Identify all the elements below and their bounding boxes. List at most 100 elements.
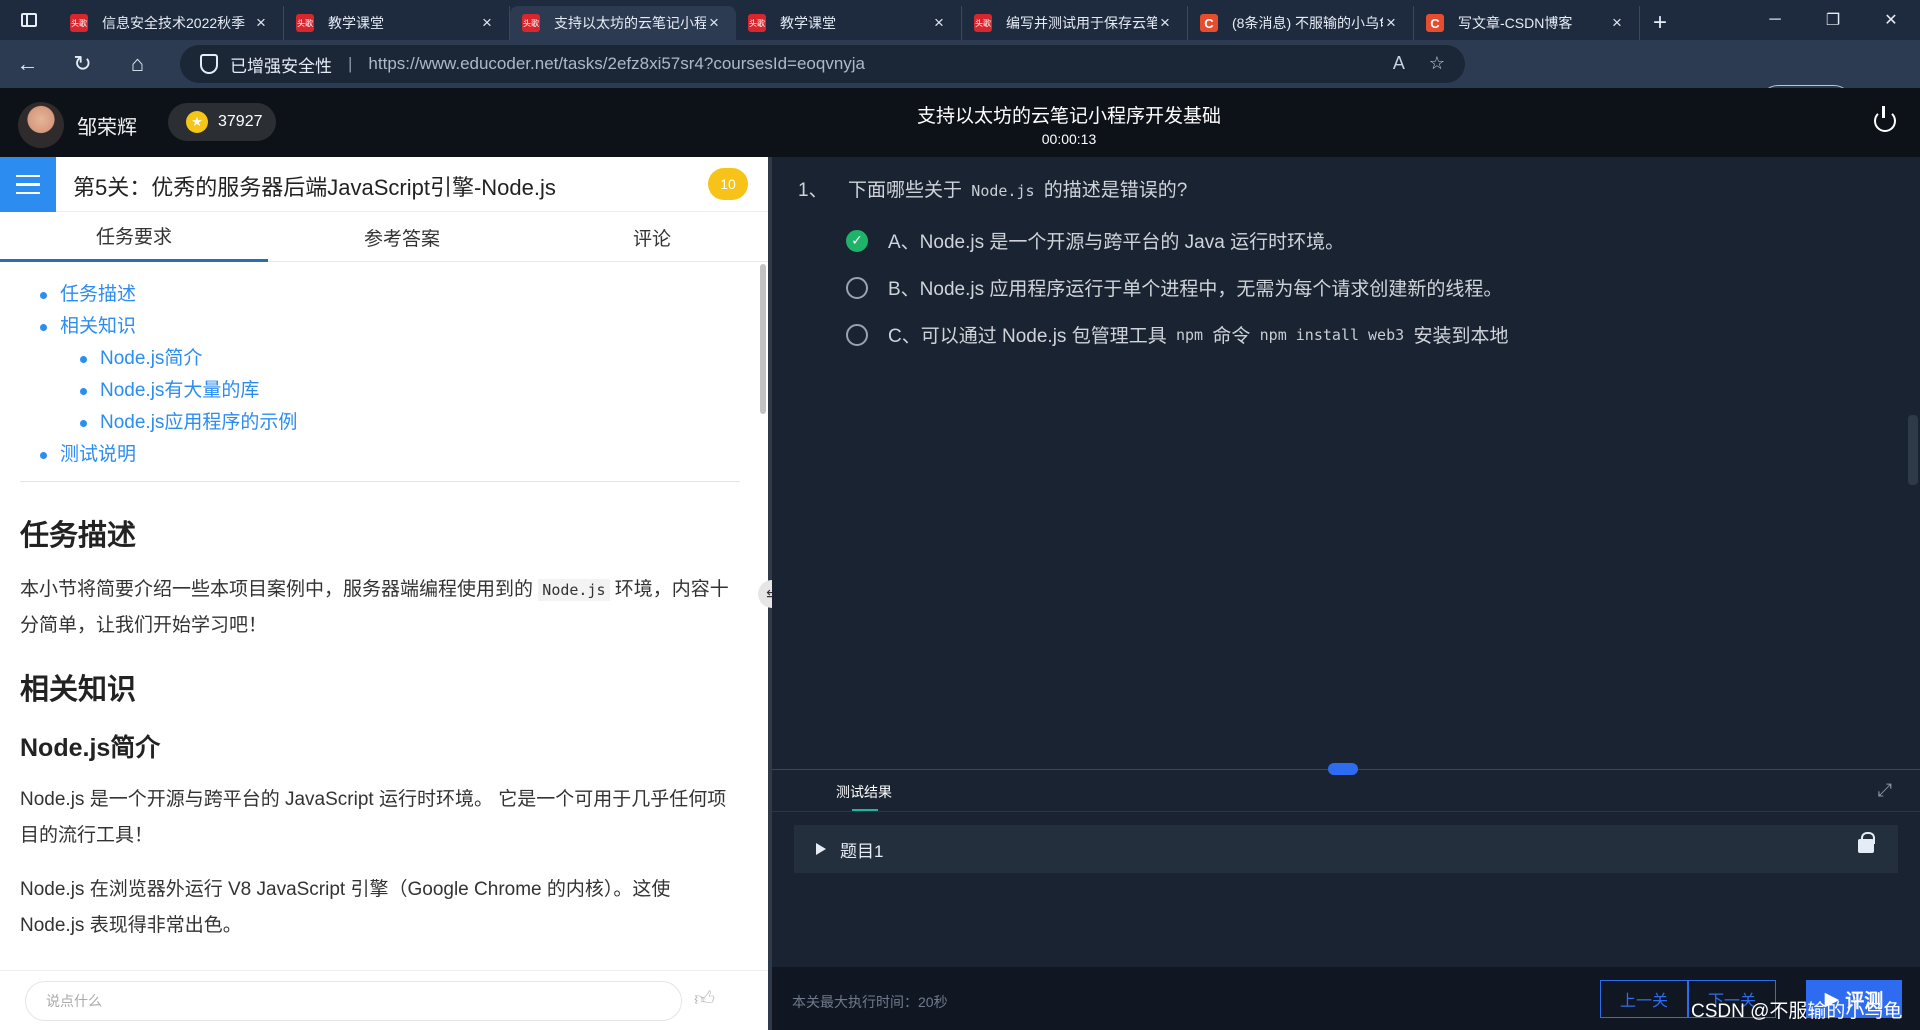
text-span: 安装到本地 <box>1413 326 1509 347</box>
radio-icon[interactable] <box>846 323 868 346</box>
site-favicon-icon: 头歌 <box>522 14 540 32</box>
tab-title: 信息安全技术2022秋季 <box>102 15 246 31</box>
task-content: 任务描述 相关知识 Node.js简介 Node.js有大量的库 Node.js… <box>0 262 756 965</box>
back-icon[interactable]: ← <box>0 40 55 88</box>
browser-tab[interactable]: 头歌 教学课堂 × <box>736 6 962 40</box>
option-label: B、Node.js 应用程序运行于单个进程中，无需为每个请求创建新的线程。 <box>888 279 1503 300</box>
close-tab-icon[interactable]: × <box>931 13 947 33</box>
new-tab-icon[interactable]: + <box>1640 6 1680 40</box>
question-text: 1、 下面哪些关于 Node.js 的描述是错误的? <box>798 175 1187 202</box>
table-of-contents: 任务描述 相关知识 Node.js简介 Node.js有大量的库 Node.js… <box>20 279 736 471</box>
result-tabs: 测试结果 ⤢ <box>772 770 1920 812</box>
section-heading: 相关知识 <box>20 674 137 706</box>
minimize-icon[interactable]: ─ <box>1746 0 1804 40</box>
checked-radio-icon[interactable]: ✓ <box>846 229 868 252</box>
question-number: 1、 <box>798 180 828 201</box>
close-window-icon[interactable]: ✕ <box>1862 0 1920 40</box>
timer: 00:00:13 <box>1041 131 1097 147</box>
refresh-icon[interactable]: ↻ <box>55 40 110 88</box>
close-tab-icon[interactable]: × <box>253 13 269 33</box>
tab-title: 编写并测试用于保存云笔记 <box>1006 15 1157 31</box>
security-label: 已增强安全性 <box>230 56 332 76</box>
close-tab-icon[interactable]: × <box>1157 13 1173 33</box>
browser-tab-active[interactable]: 头歌 支持以太坊的云笔记小程序 × <box>510 6 736 40</box>
inline-code: npm install web3 <box>1259 325 1405 344</box>
expand-icon[interactable]: ⤢ <box>1878 780 1892 801</box>
watermark: CSDN @不服输的小乌龟 <box>1691 1001 1903 1022</box>
option-label: A、Node.js 是一个开源与跨平台的 Java 运行时环境。 <box>888 232 1345 253</box>
side-scroll-indicator[interactable] <box>1908 415 1918 485</box>
exec-time: 本关最大执行时间：20秒 <box>792 994 948 1010</box>
toc-item[interactable]: Node.js简介 <box>20 343 736 375</box>
browser-tab[interactable]: C 写文章-CSDN博客 × <box>1414 6 1640 40</box>
toc-item[interactable]: 测试说明 <box>20 439 736 471</box>
tab-task-requirements[interactable]: 任务要求 <box>0 212 268 262</box>
read-aloud-icon[interactable]: A <box>1393 53 1405 74</box>
address-toolbar: ← ↻ ⌂ 已增强安全性 | https://www.educoder.net/… <box>0 40 1920 121</box>
option-a[interactable]: ✓ A、Node.js 是一个开源与跨平台的 Java 运行时环境。 <box>846 227 1344 254</box>
toc-item[interactable]: Node.js有大量的库 <box>20 375 736 407</box>
radio-icon[interactable] <box>846 276 868 299</box>
app-header: 邹荣辉 ★ 37927 支持以太坊的云笔记小程序开发基础 00:00:13 <box>0 88 1920 157</box>
url-text[interactable]: https://www.educoder.net/tasks/2efz8xi57… <box>368 54 865 74</box>
address-bar[interactable]: 已增强安全性 | https://www.educoder.net/tasks/… <box>180 45 1465 83</box>
course-title: 支持以太坊的云笔记小程序开发基础 <box>916 106 1221 127</box>
task-panel: 第5关：优秀的服务器后端JavaScript引擎-Node.js 10 任务要求… <box>0 157 768 1030</box>
thumbs-up-icon[interactable]: 👍︎ <box>694 987 715 1011</box>
comment-input[interactable]: 说点什么 <box>25 981 682 1021</box>
site-favicon-icon: 头歌 <box>296 14 314 32</box>
level-title: 第5关：优秀的服务器后端JavaScript引擎-Node.js <box>73 175 556 200</box>
text-span: 本小节将简要介绍一些本项目案例中，服务器端编程使用到的 <box>20 579 534 600</box>
inline-code: npm <box>1175 325 1204 344</box>
browser-tab[interactable]: 头歌 教学课堂 × <box>284 6 510 40</box>
toc-item[interactable]: 任务描述 <box>20 279 736 311</box>
task-tabs: 任务要求 参考答案 评论 <box>0 212 768 262</box>
tab-comments[interactable]: 评论 <box>536 212 768 262</box>
text-span: 下面哪些关于 <box>848 180 963 201</box>
add-favorite-icon[interactable]: ☆ <box>1429 53 1445 74</box>
power-icon[interactable] <box>1874 106 1896 132</box>
toc-item[interactable]: Node.js应用程序的示例 <box>20 407 736 439</box>
tab-actions-icon[interactable] <box>0 0 58 40</box>
csdn-favicon-icon: C <box>1200 14 1218 32</box>
site-favicon-icon: 头歌 <box>974 14 992 32</box>
option-b[interactable]: B、Node.js 应用程序运行于单个进程中，无需为每个请求创建新的线程。 <box>846 274 1502 301</box>
toc-item[interactable]: 相关知识 <box>20 311 736 343</box>
comment-bar: 说点什么 👍︎ <box>0 970 768 1030</box>
option-c[interactable]: C、可以通过 Node.js 包管理工具 npm 命令 npm install … <box>846 321 1508 348</box>
tab-title: 教学课堂 <box>328 15 384 31</box>
close-tab-icon[interactable]: × <box>479 13 495 33</box>
tab-test-results[interactable]: 测试结果 <box>836 782 892 811</box>
home-icon[interactable]: ⌂ <box>110 40 165 88</box>
browser-tab[interactable]: 头歌 信息安全技术2022秋季 × <box>58 6 284 40</box>
content-divider <box>20 481 740 482</box>
expand-triangle-icon[interactable] <box>816 843 826 855</box>
browser-tab[interactable]: 头歌编写并测试用于保存云笔记× <box>962 6 1188 40</box>
scrollbar[interactable] <box>760 264 766 414</box>
lock-icon <box>1858 832 1875 853</box>
paragraph: Node.js 在浏览器外运行 V8 JavaScript 引擎（Google … <box>20 879 671 936</box>
result-label: 题目1 <box>840 841 884 861</box>
subsection-heading: Node.js简介 <box>20 734 161 762</box>
shield-icon <box>200 54 218 74</box>
close-tab-icon[interactable]: × <box>1609 13 1625 33</box>
paragraph: Node.js 是一个开源与跨平台的 JavaScript 运行时环境。 它是一… <box>20 789 727 846</box>
question-panel: 1、 下面哪些关于 Node.js 的描述是错误的? ✓ A、Node.js 是一个… <box>772 157 1920 1030</box>
site-favicon-icon: 头歌 <box>748 14 766 32</box>
close-tab-icon[interactable]: × <box>706 13 722 33</box>
inline-code: Node.js <box>538 579 610 601</box>
browser-tab[interactable]: C (8条消息) 不服输的小乌龟 × <box>1188 6 1414 40</box>
site-favicon-icon: 头歌 <box>70 14 88 32</box>
tab-reference-answer[interactable]: 参考答案 <box>268 212 536 262</box>
tab-title: 支持以太坊的云笔记小程序 <box>554 15 706 31</box>
menu-icon[interactable] <box>0 157 56 212</box>
tab-title: 写文章-CSDN博客 <box>1458 15 1573 31</box>
result-item[interactable]: 题目1 <box>794 825 1898 873</box>
section-heading: 任务描述 <box>20 520 137 552</box>
tab-title: (8条消息) 不服输的小乌龟 <box>1232 15 1383 31</box>
close-tab-icon[interactable]: × <box>1383 13 1399 33</box>
text-span: 的描述是错误的? <box>1043 180 1188 201</box>
inline-code: Node.js <box>971 182 1035 200</box>
restore-icon[interactable]: ❐ <box>1804 0 1862 40</box>
prev-level-button[interactable]: 上一关 <box>1600 980 1688 1018</box>
